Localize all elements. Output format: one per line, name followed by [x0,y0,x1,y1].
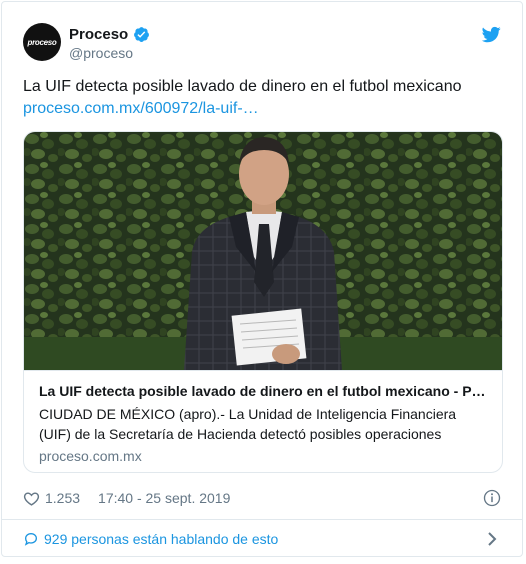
chevron-right-icon[interactable] [487,531,497,547]
card-title[interactable]: La UIF detecta posible lavado de dinero … [39,381,487,401]
twitter-bird-icon[interactable] [482,25,501,44]
conversation-label[interactable]: 929 personas están hablando de esto [44,531,278,547]
card-photo[interactable] [24,132,502,370]
card-domain: proceso.com.mx [39,448,142,464]
verified-badge-icon [134,26,150,42]
conversation-link[interactable]: 929 personas están hablando de esto [23,528,501,550]
tweet-meta: 1.253 17:40 - 25 sept. 2019 [23,487,501,509]
handle[interactable]: @proceso [69,45,150,61]
author-names[interactable]: Proceso @proceso [69,24,150,61]
like-count[interactable]: 1.253 [45,490,80,506]
embedded-tweet[interactable]: proceso Proceso @proceso La UIF detecta … [1,1,523,557]
timestamp[interactable]: 17:40 - 25 sept. 2019 [98,490,230,506]
info-icon[interactable] [483,489,501,507]
display-name[interactable]: Proceso [69,26,128,43]
divider [2,519,522,520]
tweet-text: La UIF detecta posible lavado de dinero … [23,76,501,120]
heart-icon[interactable] [23,490,40,507]
tweet-header: proceso Proceso @proceso [23,23,501,63]
avatar[interactable]: proceso [23,23,61,61]
card-description: CIUDAD DE MÉXICO (apro).- La Unidad de I… [39,406,457,442]
speech-bubble-icon [24,532,38,546]
card-body[interactable]: La UIF detecta posible lavado de dinero … [24,370,502,466]
link-card[interactable]: La UIF detecta posible lavado de dinero … [23,131,503,473]
tweet-body: La UIF detecta posible lavado de dinero … [23,78,462,95]
tweet-link[interactable]: proceso.com.mx/600972/la-uif-… [23,98,501,120]
